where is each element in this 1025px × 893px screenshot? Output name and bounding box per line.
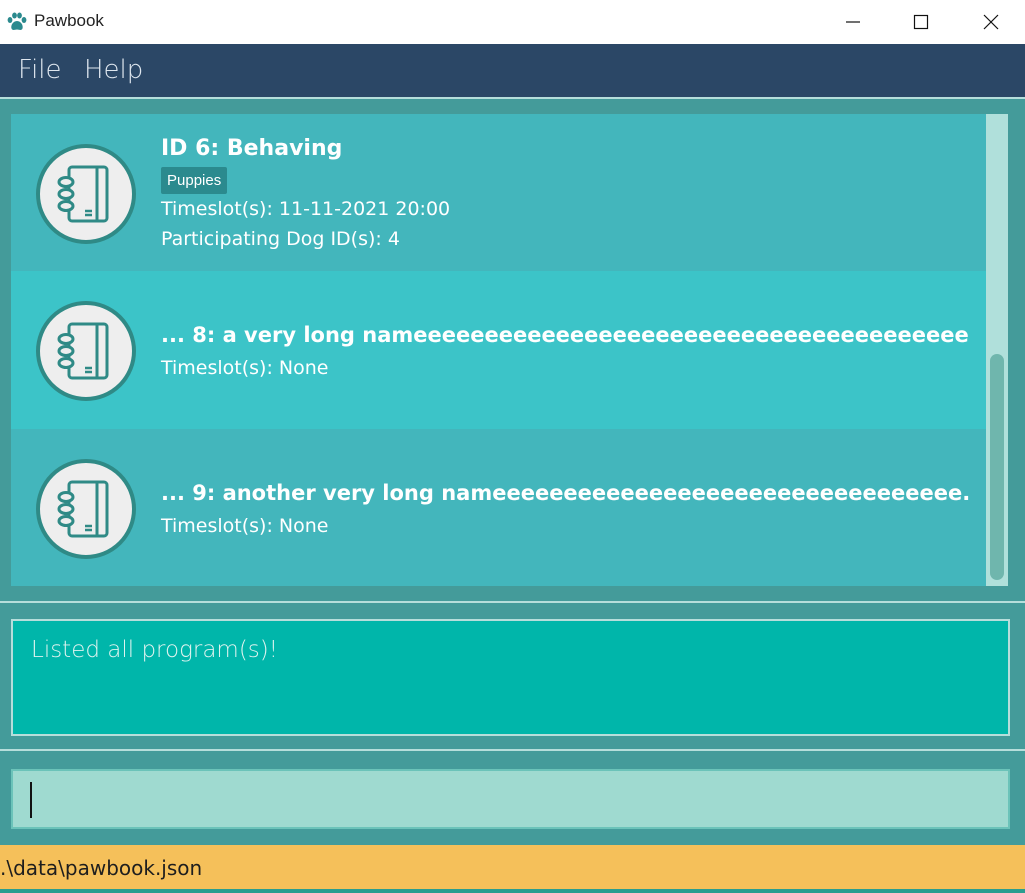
notebook-icon	[36, 301, 136, 401]
program-timeslot: Timeslot(s): 11-11-2021 20:00	[161, 198, 451, 220]
command-panel	[0, 751, 1025, 845]
close-icon	[983, 14, 999, 30]
maximize-button[interactable]	[886, 0, 956, 44]
maximize-icon	[913, 14, 929, 30]
minimize-button[interactable]	[818, 0, 888, 44]
notebook-icon	[36, 459, 136, 559]
list-scrollbar[interactable]	[986, 114, 1008, 586]
menu-file[interactable]: File	[18, 55, 62, 85]
bottom-strip	[0, 889, 1025, 893]
program-timeslot: Timeslot(s): None	[161, 515, 329, 537]
result-display: Listed all program(s)!	[11, 619, 1010, 736]
result-message: Listed all program(s)!	[31, 637, 278, 663]
notebook-icon	[36, 144, 136, 244]
command-input[interactable]	[11, 769, 1010, 829]
program-list[interactable]: ID 6: Behaving Puppies Timeslot(s): 11-1…	[11, 114, 986, 586]
program-title: ... 8: a very long nameeeeeeeeeeeeeeeeee…	[161, 323, 969, 347]
window-title: Pawbook	[34, 11, 104, 30]
program-list-panel: ID 6: Behaving Puppies Timeslot(s): 11-1…	[0, 99, 1025, 601]
program-card[interactable]: ... 9: another very long nameeeeeeeeeeee…	[11, 429, 986, 586]
program-card[interactable]: ID 6: Behaving Puppies Timeslot(s): 11-1…	[11, 114, 986, 272]
program-dog-ids: Participating Dog ID(s): 4	[161, 228, 400, 250]
menu-help[interactable]: Help	[84, 55, 143, 85]
status-bar: .\data\pawbook.json	[0, 845, 1025, 889]
text-cursor	[30, 782, 32, 818]
tag-badge: Puppies	[161, 167, 228, 194]
title-bar: Pawbook	[0, 0, 1025, 44]
program-card[interactable]: ... 8: a very long nameeeeeeeeeeeeeeeeee…	[11, 271, 986, 429]
result-panel: Listed all program(s)!	[0, 603, 1025, 749]
close-button[interactable]	[956, 0, 1025, 44]
menu-bar: File Help	[0, 44, 1025, 97]
program-title: ... 9: another very long nameeeeeeeeeeee…	[161, 481, 969, 505]
program-timeslot: Timeslot(s): None	[161, 357, 329, 379]
save-file-path: .\data\pawbook.json	[0, 856, 203, 880]
program-title: ID 6: Behaving	[161, 136, 343, 161]
minimize-icon	[846, 21, 860, 23]
paw-icon	[7, 12, 27, 30]
scrollbar-thumb[interactable]	[990, 354, 1004, 580]
